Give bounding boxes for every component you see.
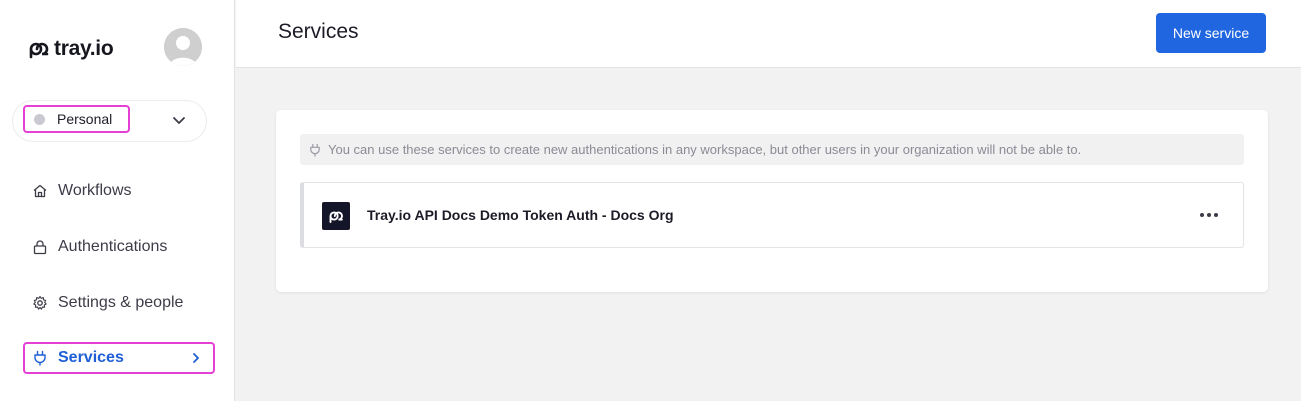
workspace-dot: [34, 113, 45, 125]
dot: [1214, 213, 1218, 217]
nav-item-label: Settings & people: [58, 294, 184, 311]
workspace-current: Personal: [23, 105, 130, 133]
tray-logo-icon: [29, 42, 49, 59]
brand-logo[interactable]: tray.io: [28, 37, 114, 61]
sidebar: tray.io Personal Workflows Authenticatio…: [0, 0, 235, 401]
chevron-down-icon: [173, 117, 185, 124]
plug-icon: [34, 350, 46, 366]
new-service-button[interactable]: New service: [1156, 13, 1266, 53]
info-notice: You can use these services to create new…: [300, 134, 1244, 165]
more-options-icon[interactable]: [1197, 205, 1221, 225]
lock-icon: [33, 240, 47, 255]
user-avatar[interactable]: [164, 28, 202, 66]
services-card: You can use these services to create new…: [276, 110, 1268, 292]
app-root: tray.io Personal Workflows Authenticatio…: [0, 0, 1301, 401]
dot: [1207, 213, 1211, 217]
home-icon: [33, 184, 47, 198]
service-name: Tray.io API Docs Demo Token Auth - Docs …: [367, 207, 674, 223]
brand-name: tray.io: [54, 37, 114, 60]
nav-item-authentications[interactable]: Authentications: [32, 236, 167, 258]
nav-item-label: Workflows: [58, 182, 132, 199]
dot: [1200, 213, 1204, 217]
notice-text: You can use these services to create new…: [328, 142, 1082, 157]
workspace-label: Personal: [57, 111, 113, 127]
chevron-right-icon: [193, 353, 199, 363]
service-logo: [322, 202, 350, 230]
plug-icon: [310, 143, 320, 157]
tray-logo-icon: [329, 211, 343, 223]
nav-item-workflows[interactable]: Workflows: [32, 180, 132, 202]
nav-item-label: Authentications: [58, 238, 168, 255]
page-header: Services New service: [236, 0, 1301, 68]
nav-item-services[interactable]: Services: [23, 342, 215, 374]
nav-item-settings-people[interactable]: Settings & people: [32, 292, 183, 314]
gear-icon: [33, 295, 47, 310]
service-row[interactable]: Tray.io API Docs Demo Token Auth - Docs …: [300, 182, 1244, 248]
workspace-selector[interactable]: Personal: [12, 100, 207, 142]
user-avatar-icon: [164, 28, 202, 66]
nav-item-label: Services: [58, 349, 124, 366]
page-title: Services: [278, 20, 359, 43]
